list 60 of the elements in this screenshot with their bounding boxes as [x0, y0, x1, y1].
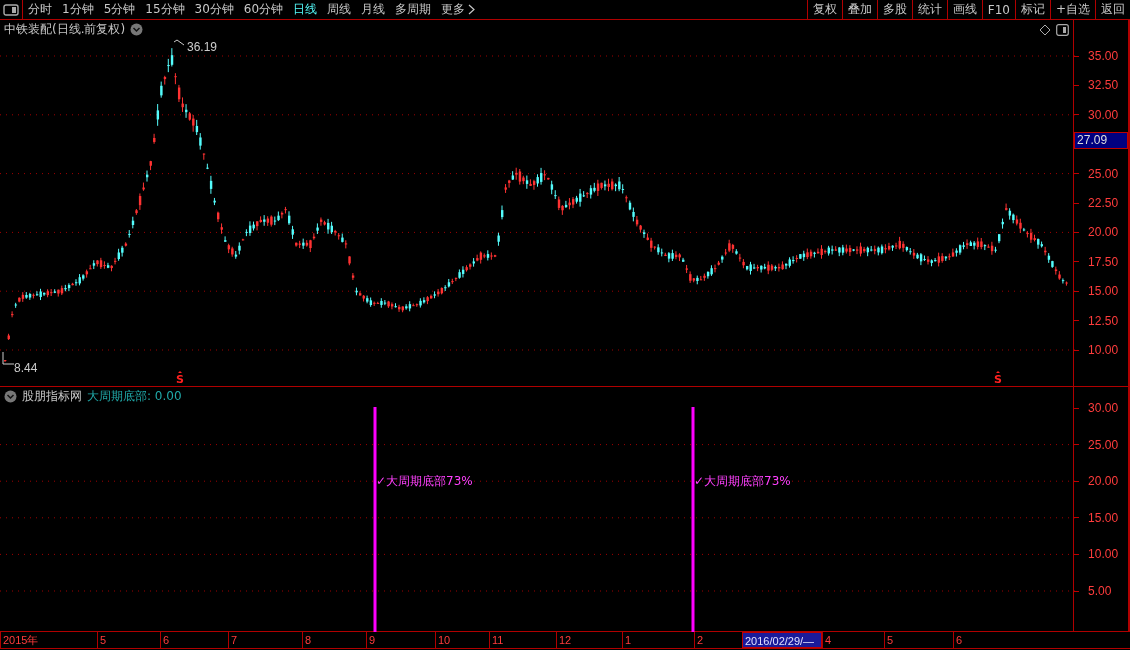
cursor-price-tag: 27.09	[1074, 132, 1129, 149]
time-axis-label: 8	[302, 632, 366, 648]
time-axis-label: 7	[228, 632, 302, 648]
signal-label: ✓大周期底部73%	[376, 473, 473, 490]
indicator-source: 股朋指标网	[22, 388, 82, 405]
toolbar-button[interactable]: +自选	[1049, 0, 1095, 19]
toolbar-button[interactable]: 叠加	[841, 0, 877, 19]
period-tab[interactable]: 30分钟	[189, 0, 239, 19]
period-tab[interactable]: 60分钟	[238, 0, 289, 19]
period-tab[interactable]: 15分钟	[140, 0, 190, 19]
axis-label: 25.00	[1088, 166, 1119, 181]
period-tab[interactable]: 多周期	[390, 0, 437, 19]
signal-label: ✓大周期底部73%	[694, 473, 791, 490]
axis-label: 30.00	[1088, 107, 1119, 122]
time-axis-label: 5	[97, 632, 160, 648]
axis-label: 30.00	[1088, 401, 1119, 415]
toolbar-button[interactable]: 返回	[1095, 0, 1130, 19]
high-price-label: 36.19	[187, 40, 218, 54]
toolbar-button[interactable]: F10	[981, 0, 1015, 19]
time-axis-label: 4	[822, 632, 884, 648]
period-tab[interactable]: 5分钟	[98, 0, 141, 19]
sell-signal-mark: S	[993, 371, 1003, 386]
period-tab[interactable]: 分时	[23, 0, 57, 19]
axis-label: 15.00	[1088, 284, 1119, 299]
toolbar-button[interactable]: 复权	[806, 0, 842, 19]
axis-label: 15.00	[1088, 510, 1119, 525]
time-axis-label: 1	[622, 632, 694, 648]
period-tab[interactable]: 月线	[356, 0, 391, 19]
chart-title: 中铁装配(日线.前复权)	[4, 21, 126, 38]
time-axis-label: 12	[556, 632, 622, 648]
indicator-value: 大周期底部: 0.00	[87, 388, 182, 405]
toolbar-button[interactable]: 画线	[946, 0, 982, 19]
time-axis-label: 11	[489, 632, 556, 648]
low-price-label: 8.44	[14, 361, 38, 375]
toolbar-button[interactable]: 标记	[1014, 0, 1050, 19]
axis-label: 5.00	[1088, 584, 1112, 598]
toolbar-button[interactable]: 统计	[911, 0, 947, 19]
axis-label: 25.00	[1088, 437, 1119, 452]
period-tab[interactable]: 周线	[322, 0, 357, 19]
period-tab[interactable]: 更多	[436, 0, 481, 19]
time-axis-label: 2015年	[0, 632, 97, 648]
axis-label: 35.00	[1088, 49, 1119, 63]
axis-label: 17.50	[1088, 254, 1119, 269]
axis-label: 12.50	[1088, 313, 1119, 328]
axis-label: 10.00	[1088, 547, 1119, 562]
time-axis-label: 6	[953, 632, 1075, 648]
axis-label: 20.00	[1088, 474, 1119, 489]
toolbar-button[interactable]: 多股	[876, 0, 912, 19]
time-axis-label: 6	[160, 632, 228, 648]
period-tab[interactable]: 1分钟	[57, 0, 99, 19]
axis-label: 10.00	[1088, 343, 1119, 357]
time-axis-label: 5	[884, 632, 953, 648]
time-axis-label: 2016/02/29/—	[742, 632, 822, 648]
period-tab[interactable]: 日线	[288, 0, 323, 19]
axis-label: 32.50	[1088, 78, 1119, 93]
sell-signal-mark: S	[175, 371, 185, 386]
time-axis-label: 9	[366, 632, 435, 648]
time-axis-label: 10	[435, 632, 489, 648]
axis-label: 20.00	[1088, 225, 1119, 240]
axis-label: 22.50	[1088, 196, 1119, 210]
